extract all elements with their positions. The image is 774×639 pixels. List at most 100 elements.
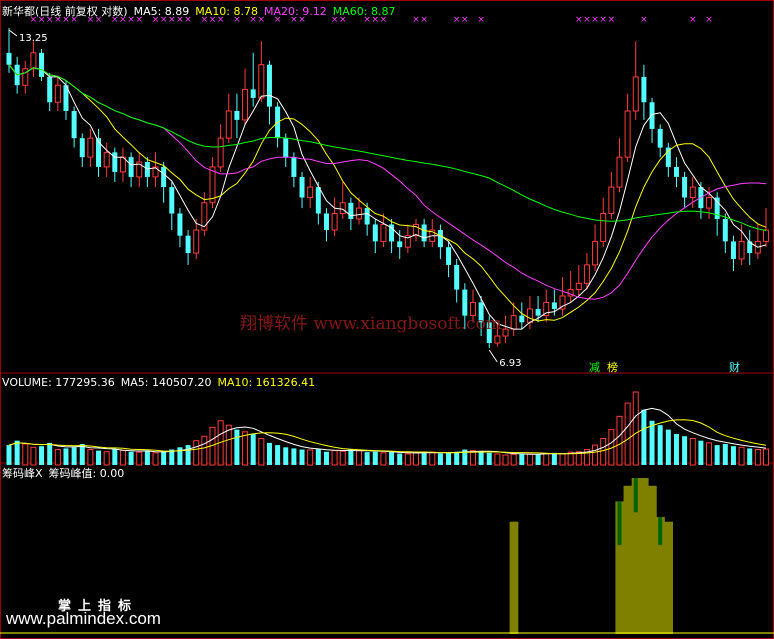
volume-bar: [234, 429, 240, 465]
low-price-label: 6.93: [499, 358, 521, 369]
volume-bar: [649, 420, 655, 465]
volume-bar: [47, 442, 53, 465]
signal-marker: ×: [412, 15, 420, 25]
signal-marker: ×: [477, 15, 485, 25]
candle: [763, 208, 769, 248]
volume-readout: VOLUME: 177295.36: [2, 376, 115, 389]
volume-bar: [356, 449, 363, 466]
volume-bar: [673, 434, 679, 465]
volume-bar: [446, 452, 452, 465]
candle: [608, 171, 615, 219]
candle: [47, 72, 53, 111]
candle: [136, 152, 143, 188]
volume-bar: [592, 444, 599, 466]
volume-bar: [30, 446, 37, 466]
candle: [209, 157, 216, 209]
candle: [177, 208, 183, 248]
volume-bar: [299, 449, 305, 465]
volume-bar: [14, 440, 20, 465]
candle: [624, 93, 631, 163]
candle: [567, 270, 574, 303]
price-panel-header: 新华都(日线 前复权 对数) MA5: 8.89 MA10: 8.78 MA20: 9…: [2, 3, 401, 19]
candle: [412, 218, 419, 242]
candle: [242, 68, 249, 125]
candle: [747, 230, 753, 265]
volume-bar: [161, 451, 167, 465]
chip-peak-marker: [658, 517, 663, 546]
volume-bar: [519, 453, 525, 465]
event-tag-cai: 财: [729, 360, 740, 374]
candle: [519, 302, 525, 330]
vol-ma10-readout: MA10: 161326.41: [217, 376, 316, 389]
volume-bar: [348, 449, 354, 465]
candle: [600, 197, 607, 248]
signal-marker: ×: [575, 15, 583, 25]
volume-bar: [389, 451, 395, 465]
chip-peak-marker: [633, 478, 638, 513]
volume-bar: [307, 449, 314, 466]
candle: [339, 181, 346, 219]
volume-bar: [323, 451, 329, 465]
candle: [559, 277, 566, 316]
volume-bar: [397, 453, 403, 465]
chip-indicator-name: 筹码峰X: [2, 467, 43, 480]
candle: [641, 64, 647, 120]
volume-bar: [665, 429, 671, 465]
candle: [299, 171, 305, 209]
volume-bar: [494, 453, 501, 466]
volume-bar: [689, 437, 696, 466]
volume-bar: [714, 445, 720, 465]
volume-bar: [641, 409, 647, 465]
candle: [161, 162, 167, 203]
chart-stage: × × × × × × × × × × × × × × × × × × × × × × × × × × × × × × × × × × × × × × × ×…: [0, 0, 774, 639]
chip-peak-bar: [639, 478, 649, 634]
candle: [71, 106, 77, 148]
candle: [217, 124, 224, 172]
candle: [63, 81, 69, 120]
vol-ma5-readout: MA5: 140507.20: [120, 376, 212, 389]
candle: [502, 315, 509, 344]
volume-bar: [250, 434, 256, 465]
low-price-pointer: [488, 349, 498, 363]
ma60-readout: MA60: 8.87: [332, 5, 396, 18]
volume-bar: [706, 442, 713, 466]
candle: [446, 241, 452, 278]
volume-bar: [372, 451, 378, 465]
volume-bar: [551, 452, 557, 465]
brand-url: www.palmindex.com: [6, 609, 161, 628]
volume-bar: [136, 451, 143, 466]
volume-bar: [380, 452, 387, 466]
volume-bar: [486, 452, 492, 465]
candle: [632, 41, 639, 120]
candle: [54, 76, 61, 111]
candle: [730, 235, 736, 271]
volume-bar: [682, 436, 688, 465]
volume-bar: [763, 448, 769, 466]
chip-panel-header: 筹码峰X 筹码峰值: 0.00: [2, 465, 130, 481]
candle: [665, 142, 671, 177]
candle: [87, 128, 94, 167]
candle: [372, 218, 378, 254]
volume-bar: [201, 435, 208, 466]
volume-bar: [747, 448, 753, 465]
volume-bar: [657, 425, 663, 465]
ma20-readout: MA20: 9.12: [264, 5, 327, 18]
volume-bar: [152, 452, 159, 466]
signal-marker: ×: [453, 15, 461, 25]
volume-bar: [339, 450, 346, 466]
volume-bar: [478, 451, 484, 465]
volume-bar: [291, 448, 297, 465]
volume-bar: [39, 446, 45, 465]
volume-bar: [103, 451, 110, 466]
volume-bar: [364, 452, 370, 465]
volume-bar: [242, 431, 249, 466]
volume-bar: [559, 453, 566, 466]
chip-peak-bar: [509, 521, 519, 634]
candle: [543, 289, 550, 323]
volume-bar: [543, 452, 550, 466]
candle: [437, 224, 443, 259]
signal-marker: ×: [608, 15, 616, 25]
signal-marker: ×: [583, 15, 591, 25]
candle: [275, 102, 281, 148]
candle: [657, 124, 663, 158]
